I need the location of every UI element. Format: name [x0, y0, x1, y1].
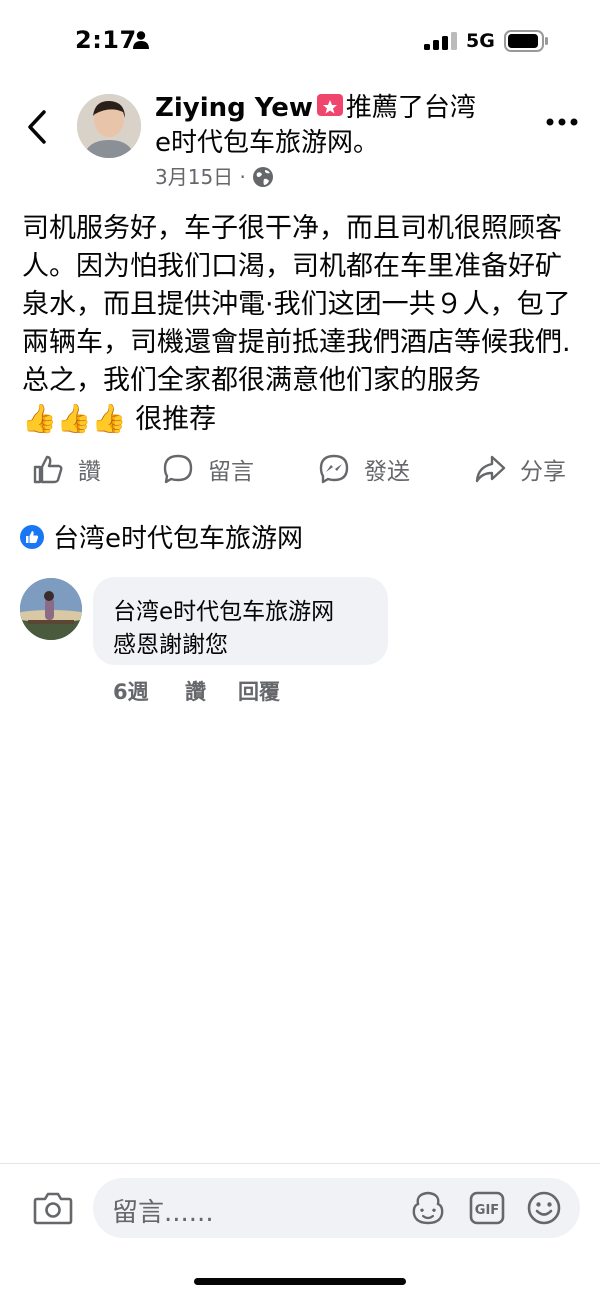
- post-body: 司机服务好，车子很干净，而且司机很照顾客人。因为怕我们口渴，司机都在车里准备好矿…: [22, 210, 582, 439]
- battery-icon: [504, 30, 548, 52]
- camera-icon[interactable]: [33, 1190, 73, 1226]
- share-button[interactable]: 分享: [474, 452, 566, 486]
- back-arrow-icon[interactable]: [24, 108, 52, 146]
- commenter-photo: [20, 578, 82, 640]
- comment-icon: [163, 454, 193, 484]
- author-name[interactable]: Ziying Yew: [155, 93, 313, 123]
- commenter-avatar[interactable]: [20, 578, 82, 640]
- composer-divider: [0, 1163, 600, 1164]
- like-icon: [33, 455, 63, 484]
- comment-author[interactable]: 台湾e时代包车旅游网: [113, 592, 334, 626]
- signal-icon: [424, 32, 457, 50]
- header-line-1: Ziying Yew 推薦了台湾: [155, 92, 476, 125]
- liked-by-row: 台湾e时代包车旅游网: [20, 518, 303, 555]
- svg-text:GIF: GIF: [475, 1203, 499, 1218]
- comment-like-link[interactable]: 讚: [185, 676, 206, 706]
- messenger-icon: [319, 454, 349, 484]
- like-reaction-icon: [20, 524, 44, 549]
- more-options-icon[interactable]: [545, 112, 579, 132]
- avatar-photo: [77, 94, 141, 158]
- comment-button[interactable]: 留言: [162, 452, 254, 486]
- author-avatar[interactable]: [77, 94, 141, 158]
- share-icon: [475, 455, 506, 483]
- page-name-link[interactable]: e时代包车旅游网。: [155, 127, 379, 160]
- thumbs-up-emojis: 👍👍👍: [22, 402, 127, 435]
- emoji-icon[interactable]: [526, 1190, 562, 1226]
- comment-age[interactable]: 6週: [113, 676, 149, 706]
- like-label: 讚: [78, 459, 101, 485]
- recommend-star-icon: [316, 94, 343, 116]
- avatar-sticker-icon[interactable]: [410, 1190, 446, 1226]
- comment-reply-link[interactable]: 回覆: [238, 676, 280, 706]
- comment-text: 感恩謝謝您: [113, 632, 228, 658]
- gif-icon[interactable]: GIF: [469, 1191, 505, 1225]
- send-button[interactable]: 發送: [318, 452, 410, 486]
- date-separator: ·: [239, 165, 246, 189]
- comment-label: 留言: [208, 459, 254, 485]
- post-date-line: 3月15日 ·: [155, 161, 274, 190]
- comment-input-placeholder: 留言......: [112, 1198, 214, 1228]
- like-button[interactable]: 讚: [32, 452, 101, 486]
- status-time: 2:17: [75, 26, 137, 54]
- public-globe-icon: [253, 167, 274, 187]
- home-indicator[interactable]: [194, 1278, 406, 1285]
- post-text-tail: 很推荐: [135, 404, 217, 435]
- liked-by-name[interactable]: 台湾e时代包车旅游网: [53, 518, 303, 555]
- send-label: 發送: [364, 459, 410, 485]
- focus-person-icon: [133, 31, 149, 49]
- recommend-text: 推薦了台湾: [345, 93, 476, 123]
- share-label: 分享: [520, 459, 566, 485]
- post-text: 司机服务好，车子很干净，而且司机很照顾客人。因为怕我们口渴，司机都在车里准备好矿…: [22, 213, 571, 396]
- network-type: 5G: [466, 30, 495, 52]
- post-date[interactable]: 3月15日: [155, 165, 233, 189]
